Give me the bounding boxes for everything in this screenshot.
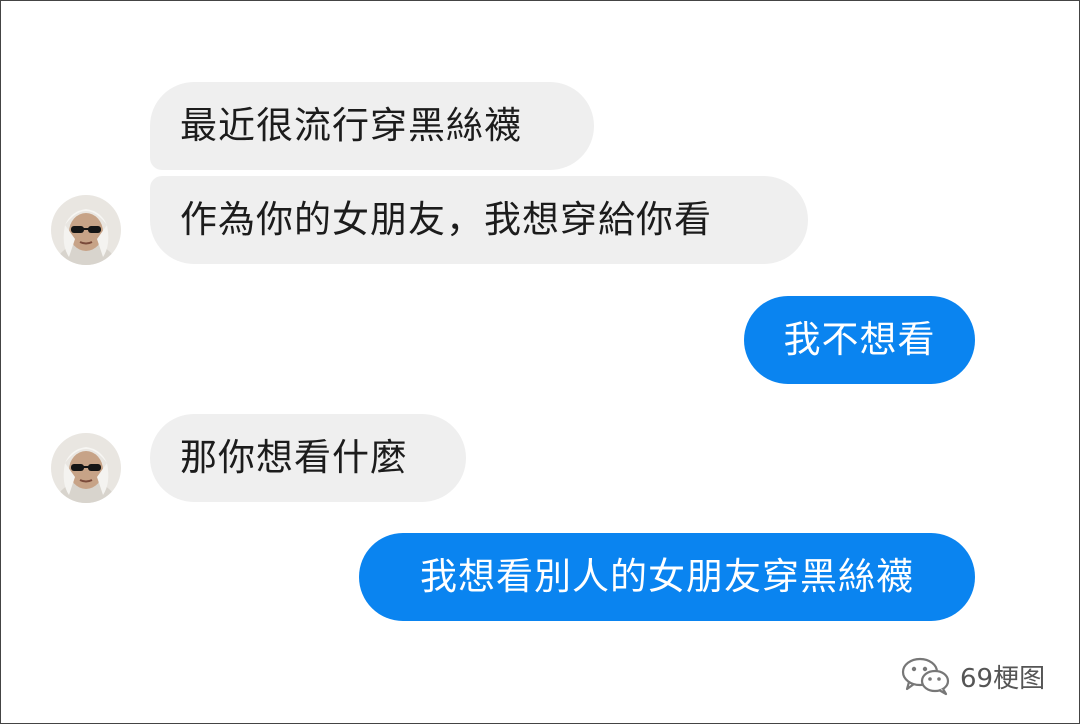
message-bubble-incoming[interactable]: 最近很流行穿黑絲襪 <box>150 82 594 170</box>
message-bubble-incoming[interactable]: 作為你的女朋友，我想穿給你看 <box>150 176 808 264</box>
message-text: 最近很流行穿黑絲襪 <box>180 104 522 147</box>
message-bubble-incoming[interactable]: 那你想看什麼 <box>150 414 466 502</box>
message-bubble-outgoing[interactable]: 我想看別人的女朋友穿黑絲襪 <box>359 533 975 621</box>
message-text: 我想看別人的女朋友穿黑絲襪 <box>420 555 914 598</box>
message-text: 作為你的女朋友，我想穿給你看 <box>180 198 712 241</box>
wechat-icon <box>901 657 950 696</box>
message-text: 我不想看 <box>783 318 936 361</box>
watermark-text: 69梗图 <box>960 663 1046 694</box>
user-avatar-icon[interactable] <box>51 195 121 265</box>
user-avatar-icon[interactable] <box>51 433 121 503</box>
watermark: 69梗图 <box>900 654 1045 698</box>
message-bubble-outgoing[interactable]: 我不想看 <box>744 296 975 384</box>
message-text: 那你想看什麼 <box>180 436 408 479</box>
